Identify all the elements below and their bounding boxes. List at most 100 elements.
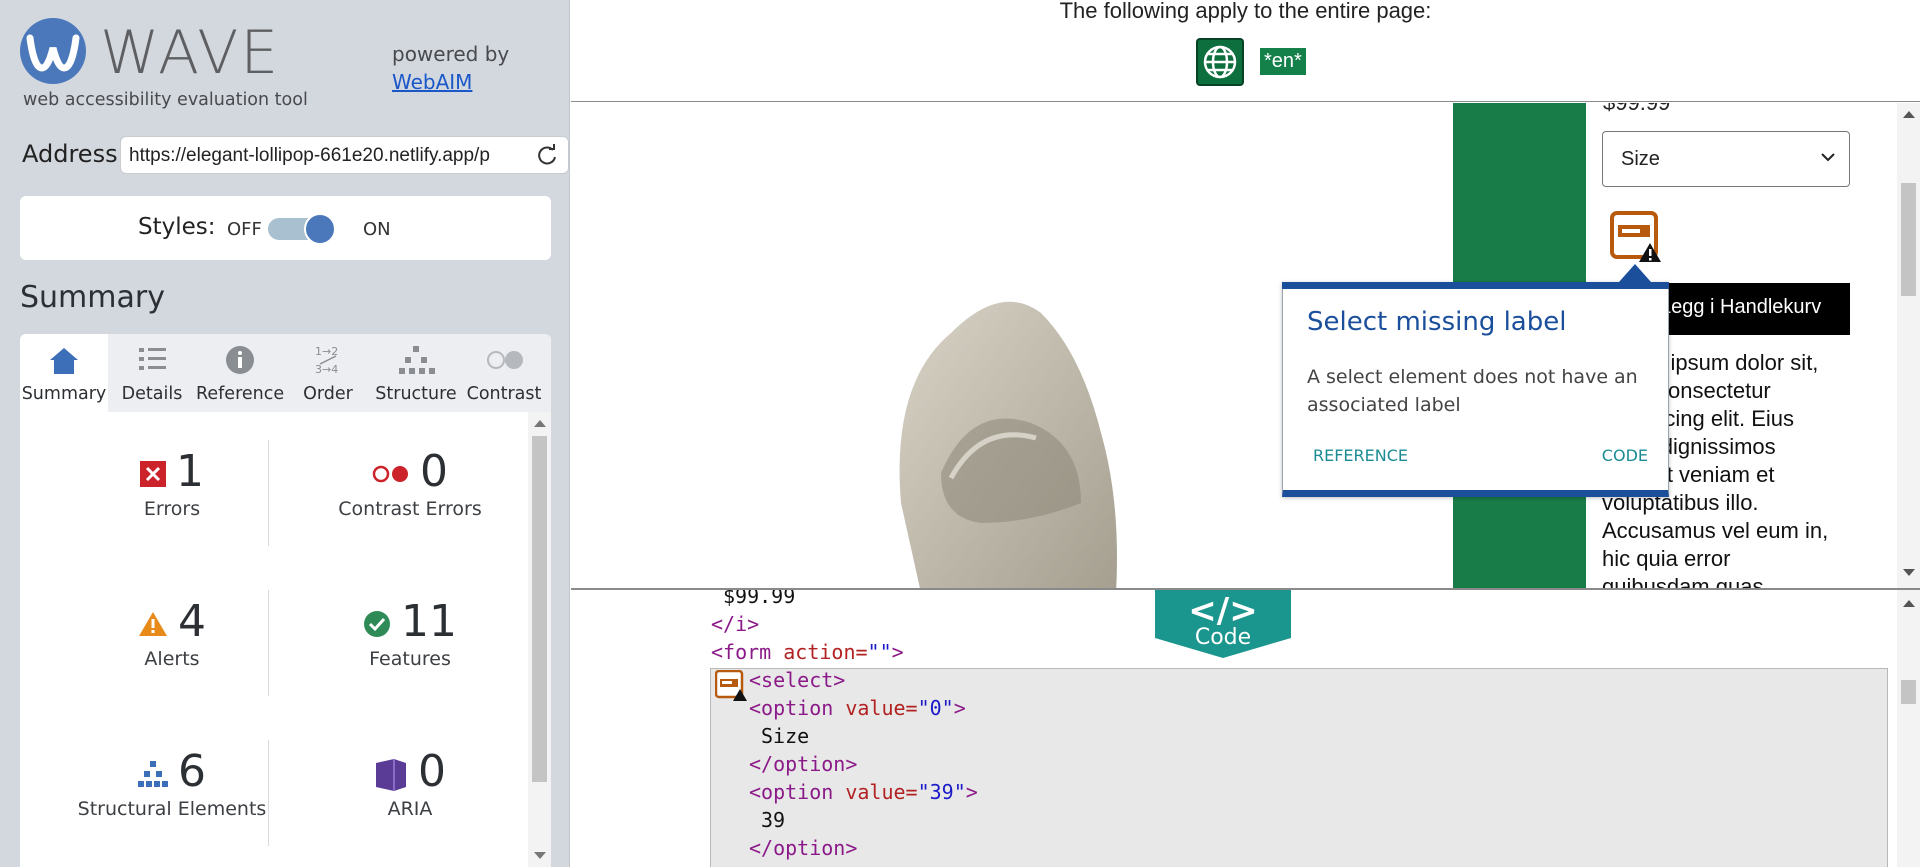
code-token: value= [845,696,918,720]
code-line: <option value="0"> [749,694,966,722]
structure-icon [399,346,435,374]
code-token: </i> [711,612,760,636]
stat-aria[interactable]: 0 ARIA [294,726,526,836]
tab-label: Details [121,384,183,404]
scroll-down-icon[interactable] [1903,569,1915,576]
webaim-link[interactable]: WebAIM [392,70,472,94]
stat-label: Structural Elements [77,798,267,820]
code-line: </option> [749,750,857,778]
code-token: value= [845,780,918,804]
powered-by-text: powered by [392,42,510,66]
styles-toggle[interactable] [268,213,336,245]
product-image [899,301,1117,588]
code-token: > [965,780,978,804]
styles-off-label: OFF [227,219,262,240]
stat-count: 0 [294,446,526,497]
code-token: <option [749,780,846,804]
scroll-up-icon[interactable] [534,420,546,427]
scroll-thumb[interactable] [1901,183,1916,296]
stat-contrast-errors[interactable]: 0 Contrast Errors [294,426,526,536]
wave-sidebar: WAVE web accessibility evaluation tool p… [0,0,570,867]
page-scrollbar[interactable] [1897,103,1920,588]
stat-errors[interactable]: 1 Errors [56,426,288,536]
code-line: <form action=""> [711,638,904,666]
home-icon [50,348,78,374]
code-token: <select> [749,668,846,692]
size-select-value: Size [1621,148,1660,170]
panel-scrollbar[interactable] [528,412,551,867]
tab-label: Structure [375,384,457,404]
code-panel: $99.99 </i> <form action=""> <select> <optio… [571,588,1920,867]
tooltip-reference-link[interactable]: REFERENCE [1313,446,1408,465]
styles-label: Styles: [138,214,216,240]
address-input[interactable]: https://elegant-lollipop-661e20.netlify.… [120,136,569,174]
svg-text:3→4: 3→4 [315,363,338,376]
wave-logo-icon [20,18,86,84]
info-icon [226,346,254,374]
tooltip-top-bar [1282,282,1669,289]
code-toggle-button[interactable]: </> Code [1155,588,1291,660]
page-level-bar: The following apply to the entire page: … [571,0,1920,102]
product-price: $99.99 [1603,103,1670,116]
aria-icon [376,759,406,791]
code-token: <form [711,640,784,664]
chevron-down-icon [1821,153,1835,162]
scroll-thumb[interactable] [532,436,547,782]
styles-on-label: ON [363,219,391,240]
code-token: </option> [749,752,858,776]
code-token: "" [867,640,892,664]
code-token: </option> [749,836,858,860]
summary-stats: 1 Errors 0 Contrast Errors 4 Alerts 11 F… [20,412,531,867]
select-missing-label-icon[interactable] [1610,211,1662,263]
error-icon [140,461,166,487]
stat-features[interactable]: 11 Features [294,576,526,686]
styles-toggle-box: Styles: OFF ON [20,196,551,260]
code-token: action= [783,640,868,664]
tab-label: Reference [196,384,285,404]
code-line: </i> [711,610,759,638]
issue-tooltip: Select missing label A select element do… [1282,282,1669,497]
stat-alerts[interactable]: 4 Alerts [56,576,288,686]
address-label: Address: [22,140,126,168]
stat-label: Features [369,648,451,670]
scroll-down-icon[interactable] [534,852,546,859]
tooltip-body: A select element does not have an associ… [1307,366,1638,416]
summary-panel: Summary Details Reference 1→2 3→4 Order … [20,334,551,867]
powered-by: powered by WebAIM [392,40,509,96]
scroll-up-icon[interactable] [1903,111,1915,118]
code-line: <option value="39"> [749,778,978,806]
reload-icon[interactable] [536,144,558,166]
scroll-thumb[interactable] [1901,680,1916,704]
structure-icon [138,761,168,787]
tab-details[interactable]: Details [108,334,196,412]
code-line: </option> [749,834,857,862]
select-missing-label-icon[interactable] [715,670,747,702]
alert-icon [139,612,167,636]
tab-structure[interactable]: Structure [372,334,460,412]
stat-label: Errors [143,498,201,520]
stat-count: 4 [56,596,288,647]
tab-reference[interactable]: Reference [196,334,284,412]
language-badge[interactable]: *en* [1260,48,1306,75]
tab-label: Summary [21,384,107,404]
tooltip-code-link[interactable]: CODE [1602,446,1648,465]
stat-count: 1 [56,446,288,497]
stat-count: 11 [294,596,526,647]
stat-structural-elements[interactable]: 6 Structural Elements [56,726,288,836]
code-token: "0" [917,696,954,720]
panel-tabs: Summary Details Reference 1→2 3→4 Order … [20,334,551,412]
globe-icon[interactable] [1196,38,1244,86]
code-scrollbar[interactable] [1897,590,1920,867]
code-token: > [891,640,904,664]
toggle-knob[interactable] [304,213,336,245]
tab-summary[interactable]: Summary [20,334,108,412]
stat-label: Alerts [144,648,200,670]
scroll-up-icon[interactable] [1903,600,1915,607]
size-select[interactable]: Size [1602,131,1850,187]
contrast-icon [487,351,523,369]
contrast-error-icon [372,465,408,483]
address-row: Address: https://elegant-lollipop-661e20… [22,136,569,174]
tab-order[interactable]: 1→2 3→4 Order [284,334,372,412]
tab-contrast[interactable]: Contrast [460,334,548,412]
code-line: <select> [749,666,845,694]
